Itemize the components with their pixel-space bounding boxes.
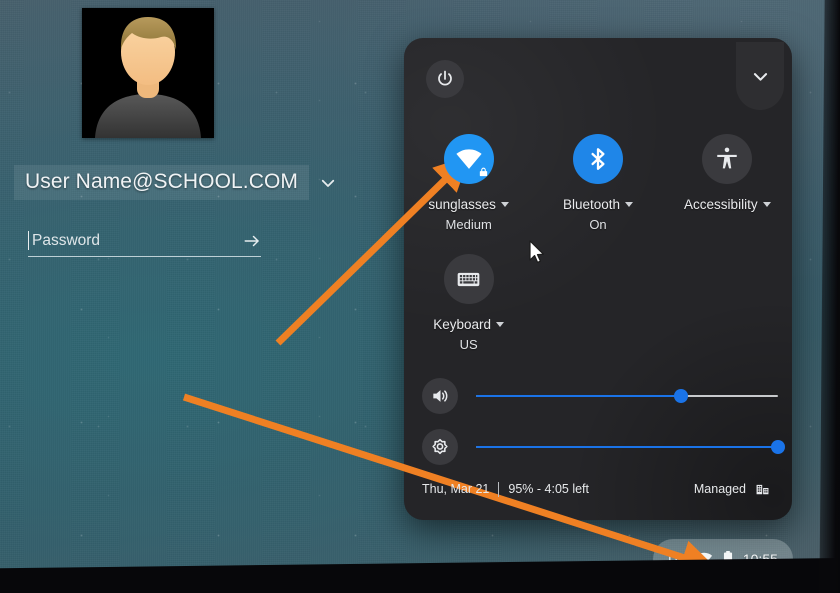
keyboard-icon [457, 272, 480, 286]
collapse-panel-button[interactable] [736, 42, 784, 110]
volume-slider-row [422, 378, 778, 414]
battery-label[interactable]: 95% - 4:05 left [508, 482, 589, 496]
volume-slider-knob[interactable] [674, 389, 689, 403]
volume-slider-fill [476, 395, 682, 398]
tile-network-sublabel: Medium [445, 217, 492, 232]
chevron-down-icon[interactable] [762, 202, 771, 207]
user-email-label[interactable]: User Name@SCHOOL.COM [14, 165, 310, 200]
power-icon [438, 70, 452, 86]
brightness-slider-fill [476, 446, 778, 449]
tile-bluetooth-label: Bluetooth [562, 197, 621, 212]
brightness-slider-knob[interactable] [771, 440, 785, 454]
tile-keyboard-label: Keyboard [433, 317, 492, 332]
password-input[interactable] [28, 231, 208, 250]
password-field-group [28, 231, 261, 257]
tile-keyboard[interactable]: Keyboard US [404, 254, 533, 352]
tile-accessibility[interactable]: Accessibility [663, 134, 792, 232]
managed-indicator[interactable]: Managed [694, 482, 770, 497]
tile-keyboard-sublabel: US [459, 337, 478, 352]
brightness-glyph [432, 438, 448, 455]
accessibility-icon [717, 147, 738, 169]
avatar[interactable] [82, 8, 214, 138]
footer-divider [498, 481, 500, 497]
tile-bluetooth-label-row: Bluetooth [562, 197, 634, 212]
tile-bluetooth[interactable]: Bluetooth On [533, 134, 662, 232]
quick-settings-footer: Thu, Mar 21 95% - 4:05 left Managed [404, 464, 792, 520]
default-user-avatar-icon [82, 8, 214, 138]
power-button[interactable] [426, 60, 464, 98]
chevron-down-icon[interactable] [500, 202, 509, 207]
lock-icon [479, 167, 487, 177]
enterprise-building-icon [756, 484, 769, 494]
chevron-down-icon[interactable] [625, 202, 634, 207]
volume-up-glyph [433, 390, 448, 402]
quick-settings-panel: sunglasses Medium Bluetooth On Accessibi… [404, 38, 792, 520]
chevron-down-icon [753, 72, 767, 81]
chevron-down-icon[interactable] [319, 174, 337, 192]
tile-network-label-row: sunglasses [428, 197, 509, 212]
tile-accessibility-label-row: Accessibility [684, 197, 771, 212]
footer-date-battery: Thu, Mar 21 95% - 4:05 left [422, 481, 589, 497]
managed-label: Managed [693, 482, 746, 496]
date-label[interactable]: Thu, Mar 21 [422, 482, 489, 496]
wifi-tile-icon-circle[interactable] [443, 134, 494, 184]
brightness-icon[interactable] [422, 429, 458, 465]
tile-keyboard-label-row: Keyboard [433, 317, 505, 332]
bluetooth-tile-icon-circle[interactable] [572, 134, 623, 184]
password-submit-button[interactable] [243, 232, 261, 250]
tile-network-label: sunglasses [428, 197, 496, 212]
quick-settings-header [404, 38, 792, 114]
brightness-slider-row [422, 429, 785, 465]
tile-accessibility-label: Accessibility [684, 197, 758, 212]
quick-settings-tiles: sunglasses Medium Bluetooth On Accessibi… [404, 134, 792, 352]
chevron-down-icon[interactable] [496, 322, 505, 327]
tile-network[interactable]: sunglasses Medium [404, 134, 533, 232]
volume-slider[interactable] [476, 388, 778, 404]
arrow-right-icon [244, 235, 259, 247]
user-selector[interactable]: User Name@SCHOOL.COM [14, 165, 337, 200]
accessibility-tile-icon-circle[interactable] [702, 134, 753, 184]
bluetooth-icon [591, 148, 605, 170]
tile-bluetooth-sublabel: On [589, 217, 607, 232]
chromebook-login-screen: User Name@SCHOOL.COM sunglasses Medium B… [0, 0, 840, 593]
keyboard-tile-icon-circle[interactable] [443, 254, 494, 304]
volume-up-icon[interactable] [422, 378, 458, 414]
brightness-slider[interactable] [476, 439, 785, 455]
